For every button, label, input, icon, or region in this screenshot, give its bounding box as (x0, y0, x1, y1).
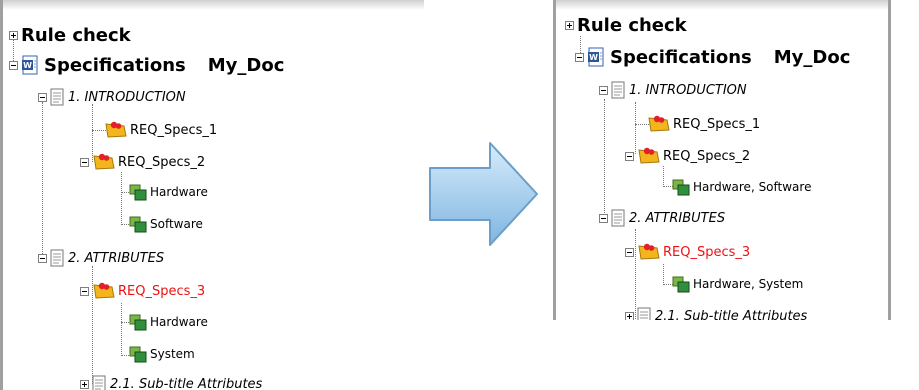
expand-icon[interactable] (9, 30, 18, 40)
collapse-icon[interactable] (625, 151, 634, 161)
tree-item-section[interactable]: 2. ATTRIBUTES (599, 206, 725, 230)
tree-connector (663, 264, 664, 285)
tree-item-specifications[interactable]: W Specifications My_Doc (575, 45, 850, 69)
expand-icon[interactable] (80, 379, 89, 389)
tree-item-requirement[interactable]: REQ_Specs_2 (80, 150, 205, 174)
tree-item-label: Specifications (44, 54, 186, 76)
tree-item-section[interactable]: 2.1. Sub-title Attributes (625, 304, 807, 320)
tree-item-section[interactable]: 1. INTRODUCTION (599, 78, 747, 102)
tree-item-label: REQ_Specs_2 (118, 154, 206, 170)
tree-item-label: REQ_Specs_2 (663, 148, 751, 164)
tree-item-label: System (150, 347, 195, 361)
tree-connector (121, 303, 122, 356)
svg-text:W: W (23, 61, 32, 70)
collapse-icon[interactable] (599, 213, 608, 223)
requirement-icon (104, 120, 128, 140)
tree-item-label: Specifications (610, 46, 752, 68)
tree-connector (121, 172, 122, 225)
collapse-icon[interactable] (38, 92, 47, 102)
page-icon (50, 249, 64, 267)
collapse-icon[interactable] (80, 157, 89, 167)
tree-panel-before: Rule check W Specifications My_Doc 1. IN… (0, 0, 424, 390)
expand-icon[interactable] (625, 311, 634, 320)
tree-item-label: Hardware, Software (693, 180, 812, 194)
collapse-icon[interactable] (625, 247, 634, 257)
requirement-icon (92, 152, 116, 172)
tree-item-label: 1. INTRODUCTION (629, 82, 747, 98)
tree-item-specifications[interactable]: W Specifications My_Doc (9, 53, 284, 77)
tree-item-section[interactable]: 1. INTRODUCTION (38, 85, 186, 109)
tree-item-section[interactable]: 2. ATTRIBUTES (38, 246, 164, 270)
panel-left-edge (0, 0, 3, 390)
attribute-icon (128, 313, 148, 331)
tree-connector (663, 166, 664, 187)
panel-left-edge (553, 0, 556, 320)
tree-item-label: 2.1. Sub-title Attributes (655, 308, 808, 321)
right-arrow-icon (428, 140, 540, 248)
tree-item-label: Software (150, 217, 203, 231)
tree-item-attribute[interactable]: System (128, 342, 195, 366)
collapse-icon[interactable] (38, 253, 47, 263)
attribute-icon (671, 178, 691, 196)
tree-panel-after: Rule check W Specifications My_Doc 1. IN… (553, 0, 891, 320)
tree-item-requirement[interactable]: REQ_Specs_2 (625, 144, 750, 168)
tree-item-requirement[interactable]: REQ_Specs_1 (647, 112, 760, 136)
tree-item-requirement[interactable]: REQ_Specs_1 (104, 118, 217, 142)
tree-item-label: Hardware (150, 185, 208, 199)
tree-item-label: Rule check (577, 14, 687, 36)
tree-item-label: REQ_Specs_3 (663, 244, 751, 260)
tree-item-attribute[interactable]: Hardware, System (671, 272, 803, 296)
tree-item-label: 2. ATTRIBUTES (68, 250, 165, 266)
tree-item-label: Hardware (150, 315, 208, 329)
tree-item-label: 2. ATTRIBUTES (629, 210, 726, 226)
svg-text:W: W (589, 53, 598, 62)
tree-item-attribute[interactable]: Hardware (128, 310, 208, 334)
attribute-icon (671, 275, 691, 293)
tree-item-label: REQ_Specs_3 (118, 283, 206, 299)
collapse-icon[interactable] (9, 60, 18, 70)
page-icon (50, 88, 64, 106)
collapse-icon[interactable] (599, 85, 608, 95)
tree-item-attribute[interactable]: Software (128, 212, 203, 236)
tree-item-attribute[interactable]: Hardware, Software (671, 175, 811, 199)
page-icon (611, 81, 625, 99)
tree-item-rule-check[interactable]: Rule check (9, 23, 131, 47)
tree-item-rule-check[interactable]: Rule check (565, 13, 687, 37)
word-doc-icon: W (21, 55, 41, 75)
tree-item-label: 1. INTRODUCTION (68, 89, 186, 105)
collapse-icon[interactable] (80, 286, 89, 296)
tree-item-label: REQ_Specs_1 (673, 116, 761, 132)
tree-item-attribute[interactable]: Hardware (128, 180, 208, 204)
expand-icon[interactable] (565, 20, 574, 30)
requirement-icon (637, 146, 661, 166)
tree-item-label: Rule check (21, 24, 131, 46)
tree-item-requirement[interactable]: REQ_Specs_3 (625, 240, 750, 264)
tree-connector (42, 102, 43, 258)
tree-item-label: REQ_Specs_1 (130, 122, 218, 138)
tree-item-label: Hardware, System (693, 277, 804, 291)
tree-connector (604, 99, 605, 219)
attribute-icon (128, 345, 148, 363)
tree-item-requirement[interactable]: REQ_Specs_3 (80, 279, 205, 303)
tree-item-label: 2.1. Sub-title Attributes (110, 376, 263, 390)
page-icon (611, 209, 625, 227)
panel-top-edge (0, 0, 424, 10)
panel-right-edge (888, 0, 891, 320)
word-doc-icon: W (587, 47, 607, 67)
attribute-icon (128, 183, 148, 201)
requirement-icon (637, 242, 661, 262)
requirement-icon (92, 281, 116, 301)
page-icon (92, 375, 106, 390)
panel-top-edge (553, 0, 891, 10)
requirement-icon (647, 114, 671, 134)
collapse-icon[interactable] (575, 52, 584, 62)
document-name: My_Doc (773, 46, 851, 68)
document-name: My_Doc (207, 54, 285, 76)
page-icon (637, 307, 651, 320)
tree-item-section[interactable]: 2.1. Sub-title Attributes (80, 372, 262, 390)
attribute-icon (128, 215, 148, 233)
